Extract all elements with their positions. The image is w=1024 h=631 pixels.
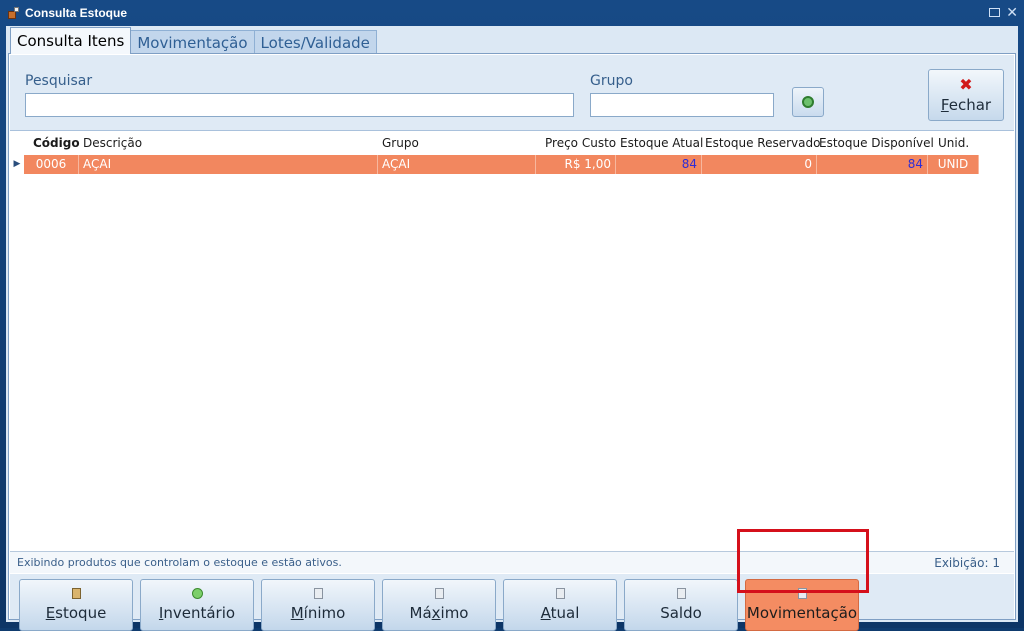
cell-estoque-atual: 84 (616, 155, 702, 174)
col-descricao[interactable]: Descrição (83, 136, 142, 150)
cell-descricao: AÇAI (79, 155, 378, 174)
inventario-label: Inventário (158, 604, 236, 622)
window-title: Consulta Estoque (25, 6, 128, 20)
estoque-label: Estoque (45, 604, 107, 622)
grupo-input[interactable] (590, 93, 774, 117)
document-icon (676, 588, 686, 599)
row-indicator-icon: ▶ (13, 159, 21, 169)
tab-strip: Consulta Itens Movimentação Lotes/Valida… (10, 27, 377, 54)
tab-lotes-validade[interactable]: Lotes/Validade (253, 30, 377, 54)
col-grupo[interactable]: Grupo (382, 136, 419, 150)
tab-movimentacao[interactable]: Movimentação (130, 30, 255, 54)
col-codigo[interactable]: Código (33, 136, 80, 150)
col-estoque-atual[interactable]: Estoque Atual (620, 136, 703, 150)
cell-grupo: AÇAI (378, 155, 536, 174)
highlight-box (737, 529, 869, 593)
document-icon (313, 588, 323, 599)
grupo-search-button[interactable] (792, 87, 824, 117)
close-icon[interactable]: ✕ (1006, 4, 1018, 20)
add-circle-icon (191, 588, 203, 599)
close-x-icon: ✖ (959, 75, 973, 94)
col-unid[interactable]: Unid. (938, 136, 969, 150)
search-icon (802, 96, 814, 108)
document-icon (555, 588, 565, 599)
cell-estoque-disponivel: 84 (817, 155, 928, 174)
minimo-button[interactable]: Mínimo (261, 579, 375, 631)
maximo-button[interactable]: Máximo (382, 579, 496, 631)
maximo-label: Máximo (409, 604, 469, 622)
document-icon (434, 588, 444, 599)
search-panel: Pesquisar Grupo ✖ Fechar (10, 55, 1014, 131)
exibicao-count: Exibição: 1 (934, 556, 1000, 570)
estoque-button[interactable]: Estoque (19, 579, 133, 631)
tab-consulta-itens[interactable]: Consulta Itens (10, 27, 132, 54)
window: Consulta Estoque ✕ Consulta Itens Movime… (0, 0, 1024, 631)
minimo-label: Mínimo (290, 604, 346, 622)
inventario-button[interactable]: Inventário (140, 579, 254, 631)
cell-preco-custo: R$ 1,00 (536, 155, 616, 174)
atual-button[interactable]: Atual (503, 579, 617, 631)
table-row[interactable]: ▶ 0006 AÇAI AÇAI R$ 1,00 84 0 84 UNID (10, 155, 1014, 174)
clipboard-icon (71, 588, 81, 599)
atual-label: Atual (540, 604, 580, 622)
window-controls: ✕ (989, 4, 1018, 20)
fechar-button[interactable]: ✖ Fechar (928, 69, 1004, 121)
movimentacao-label: Movimentação (746, 604, 858, 622)
stock-grid[interactable]: Código Descrição Grupo Preço Custo Estoq… (10, 134, 1014, 524)
fechar-label: Fechar (940, 96, 992, 114)
saldo-label: Saldo (660, 604, 702, 622)
col-preco-custo[interactable]: Preço Custo (545, 136, 616, 150)
grupo-label: Grupo (590, 73, 633, 89)
cell-unid: UNID (928, 155, 979, 174)
cell-estoque-reservado: 0 (702, 155, 817, 174)
pesquisar-label: Pesquisar (25, 73, 93, 89)
col-estoque-disponivel[interactable]: Estoque Disponível (819, 136, 934, 150)
app-icon (8, 7, 20, 19)
pesquisar-input[interactable] (25, 93, 574, 117)
status-message: Exibindo produtos que controlam o estoqu… (17, 556, 342, 569)
col-estoque-reservado[interactable]: Estoque Reservado (705, 136, 820, 150)
cell-codigo: 0006 (24, 155, 79, 174)
saldo-button[interactable]: Saldo (624, 579, 738, 631)
maximize-icon[interactable] (989, 8, 1001, 17)
grid-header: Código Descrição Grupo Preço Custo Estoq… (10, 134, 1014, 152)
title-bar: Consulta Estoque ✕ (0, 0, 1024, 26)
